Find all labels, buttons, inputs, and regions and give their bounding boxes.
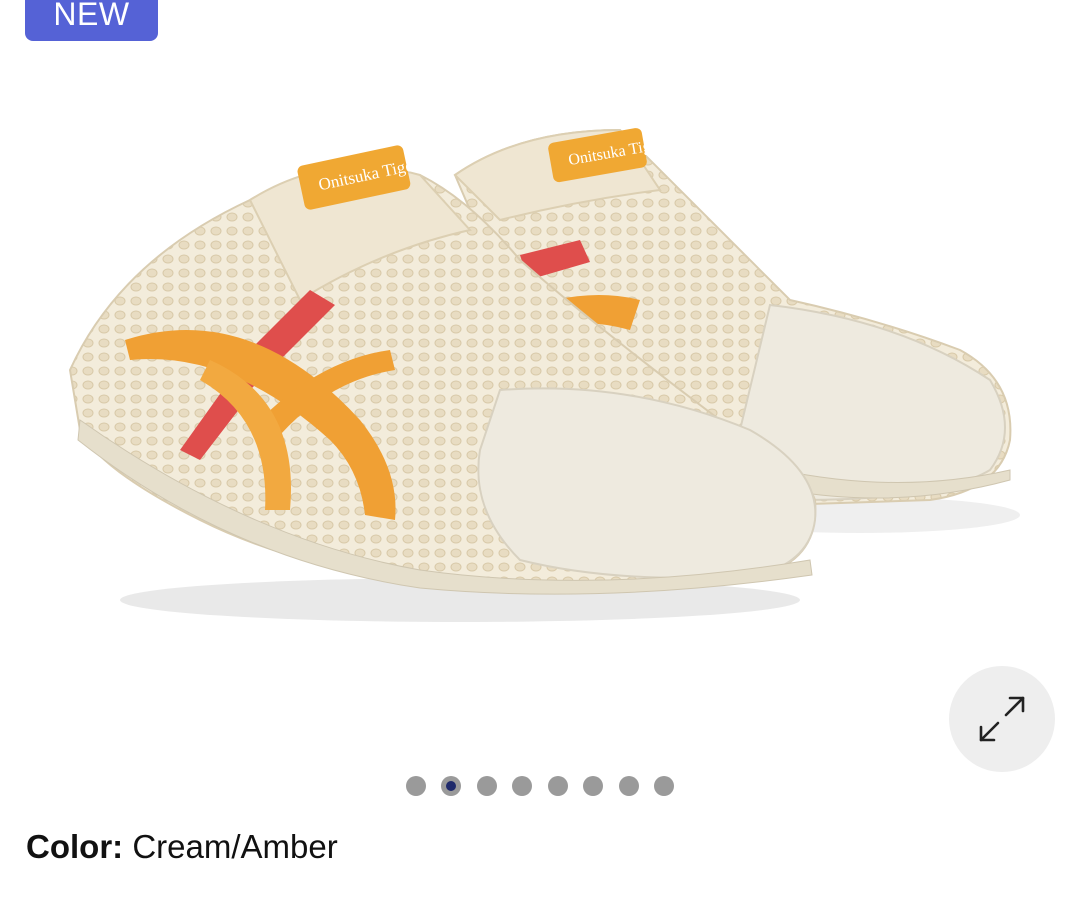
gallery-dot-8[interactable] — [654, 776, 675, 796]
gallery-pagination — [0, 775, 1080, 797]
new-badge: NEW — [25, 0, 158, 41]
product-page: NEW Onitsuka Tiger Onitsuka Tiger Color:… — [0, 0, 1080, 900]
gallery-dot-7[interactable] — [618, 776, 639, 796]
color-value: Cream/Amber — [132, 828, 338, 865]
gallery-dot-5[interactable] — [547, 776, 568, 796]
gallery-dot-6[interactable] — [583, 776, 604, 796]
color-label: Color: — [26, 828, 124, 865]
expand-image-button[interactable] — [949, 666, 1055, 772]
product-image-gallery[interactable]: Onitsuka Tiger Onitsuka Tiger — [0, 90, 1080, 650]
product-image[interactable]: Onitsuka Tiger Onitsuka Tiger — [0, 90, 1080, 650]
gallery-dot-4[interactable] — [512, 776, 533, 796]
new-badge-label: NEW — [53, 0, 130, 32]
expand-arrows-icon — [979, 696, 1025, 742]
gallery-dot-2-active[interactable] — [441, 776, 462, 796]
gallery-dot-1[interactable] — [405, 776, 426, 796]
gallery-dot-3[interactable] — [476, 776, 497, 796]
color-info: Color: Cream/Amber — [26, 828, 338, 866]
